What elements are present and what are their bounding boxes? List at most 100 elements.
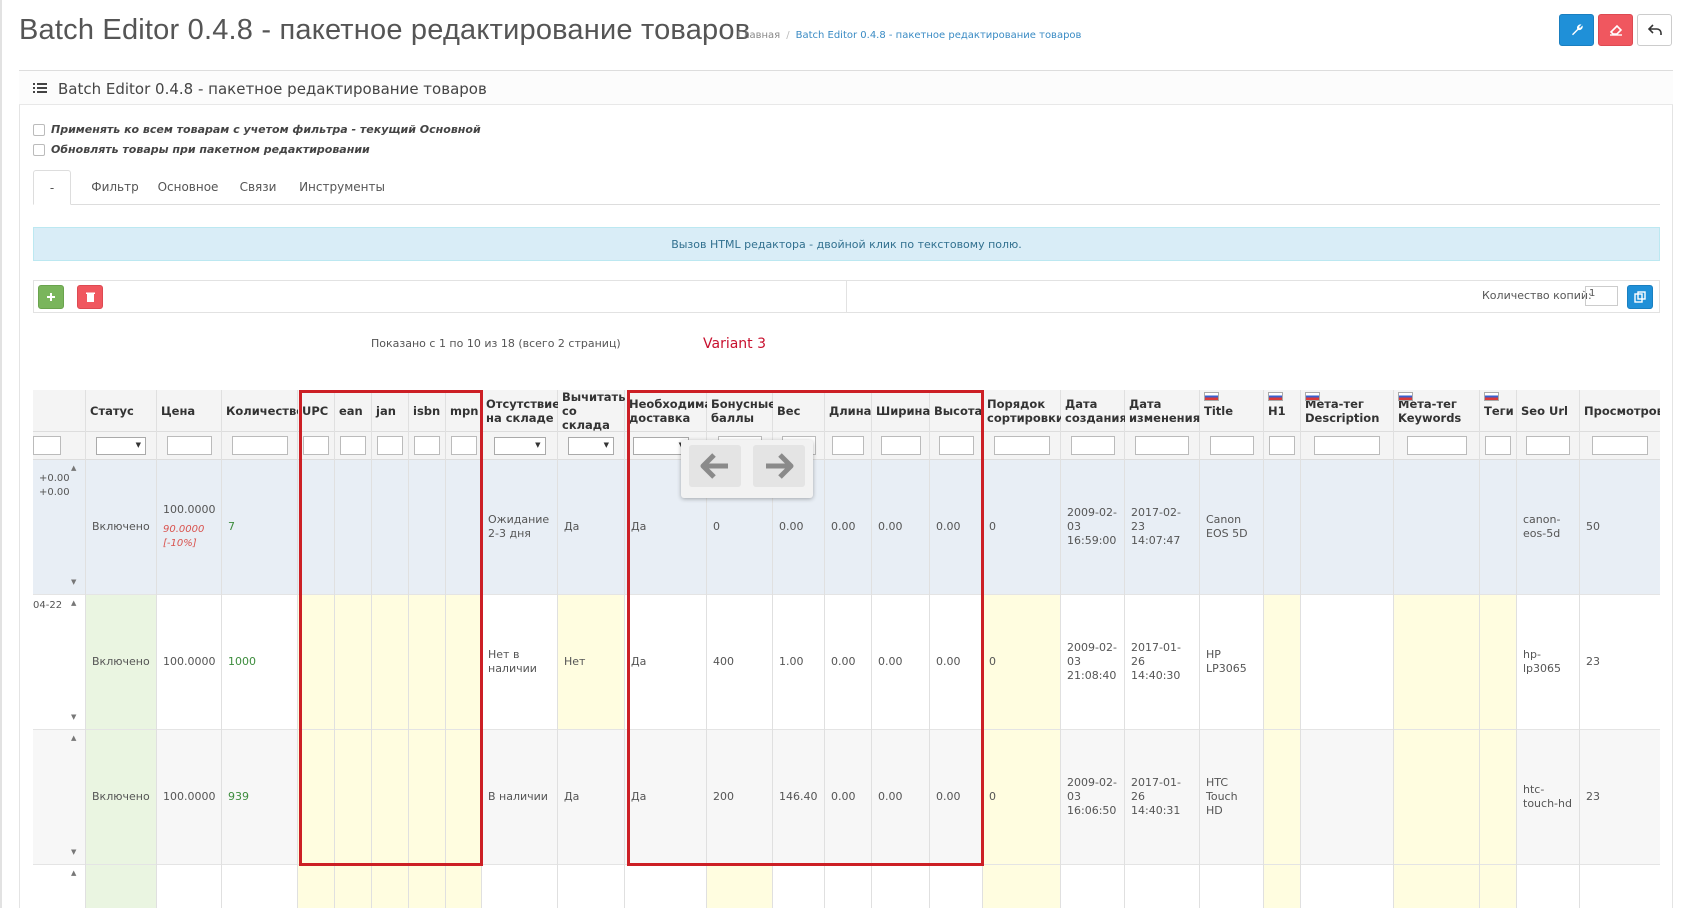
column-header[interactable]: Отсутствие на складе (482, 390, 560, 432)
filter-input[interactable] (1406, 436, 1467, 455)
tab-filter[interactable]: Фильтр (85, 170, 145, 204)
tab-main[interactable]: Основное (153, 170, 223, 204)
table-cell[interactable]: canon-eos-5d (1517, 460, 1579, 595)
filter-input[interactable] (1070, 436, 1115, 455)
table-cell[interactable]: 100.0000 (157, 730, 221, 865)
table-cell[interactable]: 0 (983, 730, 1060, 865)
table-cell[interactable] (1301, 460, 1393, 595)
tab-tools[interactable]: Инструменты (297, 170, 387, 204)
column-header[interactable]: Статус (86, 390, 156, 432)
column-header[interactable]: Вычитать со склада (558, 390, 625, 432)
filter-input[interactable] (1592, 436, 1648, 455)
delete-button[interactable] (77, 285, 103, 309)
table-cell[interactable]: 0 (983, 595, 1060, 730)
column-header[interactable]: Seo Url (1517, 390, 1579, 432)
table-cell[interactable] (1394, 730, 1479, 865)
table-cell[interactable]: Да (558, 460, 624, 595)
table-cell[interactable]: 2017-01-26 14:40:30 (1125, 595, 1199, 730)
column-header[interactable]: Порядок сортировки (983, 390, 1064, 432)
table-cell[interactable] (1301, 595, 1393, 730)
table-cell[interactable]: 23 (1580, 730, 1660, 865)
filter-input[interactable] (231, 436, 288, 455)
table-cell[interactable]: 04-22 (33, 595, 85, 730)
table-cell[interactable]: 2009-02-03 16:06:50 (1061, 730, 1124, 865)
subtract-filter-select[interactable] (568, 436, 614, 455)
table-cell[interactable]: 2009-02-03 16:59:00 (1061, 460, 1124, 595)
table-cell[interactable] (1480, 595, 1516, 730)
table-cell[interactable]: Да (558, 730, 624, 865)
scroll-up-icon[interactable]: ▲ (71, 734, 79, 742)
scroll-left-button[interactable] (689, 445, 741, 487)
table-cell[interactable]: Включено (86, 730, 156, 865)
copies-input[interactable]: 1 (1585, 286, 1618, 306)
apply-all-checkbox[interactable] (33, 123, 45, 136)
table-cell[interactable] (1264, 595, 1300, 730)
table-cell[interactable]: 7 (222, 460, 297, 595)
table-cell[interactable]: 1000 (222, 595, 297, 730)
filter-input[interactable] (1526, 436, 1570, 455)
table-cell[interactable]: hp-lp3065 (1517, 595, 1579, 730)
clear-button[interactable] (1598, 14, 1633, 46)
table-cell[interactable] (1480, 460, 1516, 595)
column-header[interactable]: Теги (1480, 390, 1516, 432)
table-cell[interactable]: 50 (1580, 460, 1660, 595)
table-cell[interactable]: 23 (1580, 595, 1660, 730)
scroll-up-icon[interactable]: ▲ (71, 464, 79, 472)
back-button[interactable] (1637, 14, 1672, 46)
filter-input[interactable] (1209, 436, 1254, 455)
table-cell[interactable]: Включено (86, 460, 156, 595)
tab-dash[interactable]: - (33, 170, 71, 205)
scroll-down-icon[interactable]: ▼ (71, 578, 79, 586)
table-cell[interactable] (1394, 460, 1479, 595)
table-cell[interactable]: HTC Touch HD (1200, 730, 1263, 865)
filter-input[interactable] (993, 436, 1050, 455)
scroll-right-button[interactable] (753, 445, 805, 487)
scroll-up-icon[interactable]: ▲ (71, 869, 79, 877)
column-header[interactable]: Мета-тег Description (1301, 390, 1393, 432)
table-cell[interactable]: 2009-02-03 21:08:40 (1061, 595, 1124, 730)
table-cell[interactable] (1264, 730, 1300, 865)
table-cell[interactable]: 2017-01-26 14:40:31 (1125, 730, 1199, 865)
table-cell[interactable]: 100.0000 (157, 595, 221, 730)
column-header[interactable]: Дата изменения (1125, 390, 1200, 432)
column-header[interactable]: H1 (1264, 390, 1300, 432)
breadcrumb-home[interactable]: Главная (737, 30, 780, 41)
filter-input[interactable] (1485, 436, 1511, 455)
scroll-up-icon[interactable]: ▲ (71, 599, 79, 607)
status-filter-select[interactable] (96, 436, 146, 455)
breadcrumb-current[interactable]: Batch Editor 0.4.8 - пакетное редактиров… (796, 30, 1082, 41)
column-header[interactable]: Мета-тег Keywords (1394, 390, 1479, 432)
tab-links[interactable]: Связи (233, 170, 283, 204)
table-cell[interactable]: 2017-02-23 14:07:47 (1125, 460, 1199, 595)
apply-all-option[interactable]: Применять ко всем товарам с учетом фильт… (33, 123, 481, 136)
column-header[interactable]: Просмотров (1580, 390, 1660, 432)
copy-button[interactable] (1627, 285, 1653, 309)
table-cell[interactable]: Нет (558, 595, 624, 730)
table-cell[interactable] (1394, 595, 1479, 730)
scroll-down-icon[interactable]: ▼ (71, 713, 79, 721)
settings-button[interactable] (1559, 14, 1594, 46)
table-cell[interactable] (1301, 730, 1393, 865)
column-header[interactable]: Цена (157, 390, 221, 432)
table-cell[interactable] (33, 730, 85, 865)
table-cell[interactable] (1264, 460, 1300, 595)
filter-input[interactable] (166, 436, 212, 455)
table-cell[interactable]: htc-touch-hd (1517, 730, 1579, 865)
table-cell[interactable]: +0.00 +0.00 (33, 460, 85, 595)
column-header[interactable]: Дата создания (1061, 390, 1127, 432)
column-header[interactable]: Количество (222, 390, 304, 432)
filter-input[interactable] (33, 436, 61, 455)
update-products-checkbox[interactable] (33, 143, 45, 156)
filter-input[interactable] (1269, 436, 1295, 455)
table-cell[interactable]: 100.0000 90.0000 [-10%] (157, 460, 221, 595)
table-cell[interactable]: HP LP3065 (1200, 595, 1263, 730)
table-cell[interactable]: 0 (983, 460, 1060, 595)
update-products-option[interactable]: Обновлять товары при пакетном редактиров… (33, 143, 370, 156)
table-cell[interactable] (1480, 730, 1516, 865)
table-cell[interactable]: Canon EOS 5D (1200, 460, 1263, 595)
stock-status-filter-select[interactable] (493, 436, 546, 455)
filter-input[interactable] (1135, 436, 1189, 455)
table-cell[interactable]: Ожидание 2-3 дня (482, 460, 557, 595)
table-cell[interactable]: 939 (222, 730, 297, 865)
table-cell[interactable]: Включено (86, 595, 156, 730)
